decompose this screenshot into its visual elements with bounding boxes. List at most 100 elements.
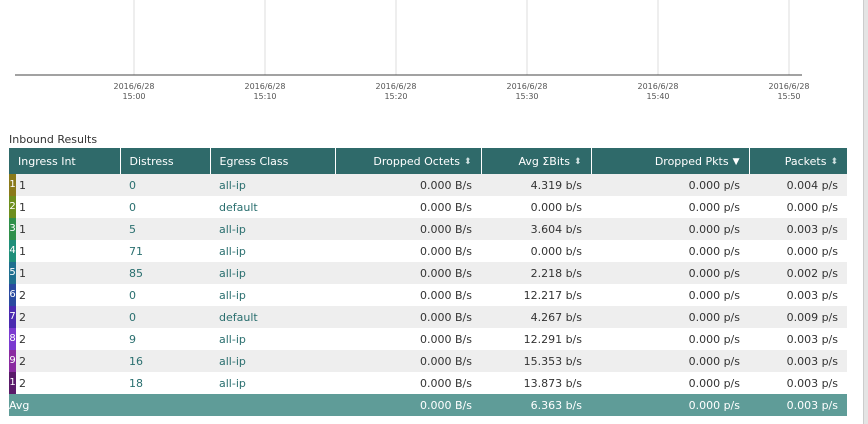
- column-header-dropped-octets[interactable]: Dropped Octets ⬍: [335, 148, 482, 174]
- cell-packets: 0.004 p/s: [749, 174, 847, 196]
- column-header-distress[interactable]: Distress: [120, 148, 211, 174]
- cell-avg-bits: 12.217 b/s: [481, 284, 591, 306]
- column-header-label: Distress: [129, 154, 174, 168]
- column-header-egress-class[interactable]: Egress Class: [210, 148, 336, 174]
- row-color-marker: 8: [9, 328, 16, 350]
- column-header-packets[interactable]: Packets ⬍: [749, 148, 847, 174]
- table-body: 1 1 0 all-ip 0.000 B/s 4.319 b/s 0.000 p/s 0.00…: [9, 174, 847, 416]
- cell-ingress-int: 51: [9, 262, 120, 284]
- table-row[interactable]: 3 1 5 all-ip 0.000 B/s 3.604 b/s 0.000 p/s 0.00…: [9, 218, 847, 240]
- sort-icon[interactable]: ⬍: [830, 157, 838, 167]
- cell-dropped-pkts: 0.000 p/s: [591, 174, 749, 196]
- cell-dropped-octets: 0.000 B/s: [335, 240, 481, 262]
- cell-dropped-pkts: 0.000 p/s: [591, 284, 749, 306]
- table-row[interactable]: 7 2 0 default 0.000 B/s 4.267 b/s 0.000 p/s 0.0…: [9, 306, 847, 328]
- cell-value: 2: [19, 354, 26, 368]
- row-color-marker: 1: [9, 174, 16, 196]
- cell-ingress-int: 11: [9, 174, 120, 196]
- cell-egress-class: default: [210, 196, 335, 218]
- column-header-dropped-pkts[interactable]: Dropped Pkts ▼: [591, 148, 750, 174]
- cell-dropped-pkts: 0.000 p/s: [591, 196, 749, 218]
- row-color-marker: 1: [9, 372, 16, 394]
- column-header-label: Ingress Int: [18, 154, 76, 168]
- cell-dropped-pkts: 0.000 p/s: [591, 218, 749, 240]
- cell-distress: 0: [120, 306, 210, 328]
- cell-packets: 0.009 p/s: [749, 306, 847, 328]
- cell-ingress-int: 41: [9, 240, 120, 262]
- cell-distress: 16: [120, 350, 210, 372]
- cell-distress: 0: [120, 196, 210, 218]
- sort-desc-icon[interactable]: ▼: [733, 157, 740, 167]
- cell-ingress-int: 12: [9, 372, 120, 394]
- avg-cell-dropped-octets: 0.000 B/s: [335, 394, 481, 416]
- cell-dropped-octets: 0.000 B/s: [335, 262, 481, 284]
- cell-packets: 0.003 p/s: [749, 328, 847, 350]
- cell-avg-bits: 13.873 b/s: [481, 372, 591, 394]
- column-header-label: Dropped Pkts: [654, 154, 729, 168]
- x-tick-label-date: 2016/6/28: [768, 82, 809, 91]
- cell-packets: 0.000 p/s: [749, 240, 847, 262]
- cell-dropped-octets: 0.000 B/s: [335, 218, 481, 240]
- cell-egress-class: all-ip: [210, 174, 335, 196]
- cell-avg-bits: 4.267 b/s: [481, 306, 591, 328]
- cell-avg-bits: 0.000 b/s: [481, 196, 591, 218]
- table-row[interactable]: 5 1 85 all-ip 0.000 B/s 2.218 b/s 0.000 p/s 0.0…: [9, 262, 847, 284]
- avg-cell-packets: 0.003 p/s: [749, 394, 847, 416]
- cell-packets: 0.003 p/s: [749, 372, 847, 394]
- cell-ingress-int: 82: [9, 328, 120, 350]
- row-color-marker: 5: [9, 262, 16, 284]
- cell-avg-bits: 12.291 b/s: [481, 328, 591, 350]
- cell-ingress-int: 62: [9, 284, 120, 306]
- cell-dropped-octets: 0.000 B/s: [335, 174, 481, 196]
- cell-egress-class: all-ip: [210, 372, 335, 394]
- x-tick-label-time: 15:50: [777, 92, 800, 101]
- cell-value: 1: [19, 266, 26, 280]
- scrollbar-edge: [863, 0, 868, 424]
- table-row[interactable]: 8 2 9 all-ip 0.000 B/s 12.291 b/s 0.000 p/s 0.0…: [9, 328, 847, 350]
- x-tick-label-date: 2016/6/28: [113, 82, 154, 91]
- chart-grid: [133, 0, 790, 75]
- cell-value: 1: [19, 222, 26, 236]
- cell-value: 2: [19, 288, 26, 302]
- column-header-label: Egress Class: [219, 154, 289, 168]
- table-row[interactable]: 1 2 18 all-ip 0.000 B/s 13.873 b/s 0.000 p/s 0.…: [9, 372, 847, 394]
- x-tick-label-time: 15:10: [253, 92, 276, 101]
- column-header-label: Packets: [784, 154, 827, 168]
- cell-distress: 0: [120, 284, 210, 306]
- cell-dropped-pkts: 0.000 p/s: [591, 350, 749, 372]
- x-tick-label-date: 2016/6/28: [637, 82, 678, 91]
- x-tick-label-time: 15:20: [384, 92, 407, 101]
- table-row[interactable]: 1 1 0 all-ip 0.000 B/s 4.319 b/s 0.000 p/s 0.00…: [9, 174, 847, 196]
- cell-ingress-int: 21: [9, 196, 120, 218]
- x-tick-label-date: 2016/6/28: [244, 82, 285, 91]
- table-row[interactable]: 9 2 16 all-ip 0.000 B/s 15.353 b/s 0.000 p/s 0.…: [9, 350, 847, 372]
- table-row[interactable]: 4 1 71 all-ip 0.000 B/s 0.000 b/s 0.000 p/s 0.0…: [9, 240, 847, 262]
- cell-dropped-octets: 0.000 B/s: [335, 196, 481, 218]
- cell-egress-class: all-ip: [210, 240, 335, 262]
- cell-avg-bits: 2.218 b/s: [481, 262, 591, 284]
- cell-egress-class: all-ip: [210, 284, 335, 306]
- x-tick-label-time: 15:00: [122, 92, 145, 101]
- x-tick-label-time: 15:30: [515, 92, 538, 101]
- cell-value: 1: [19, 200, 26, 214]
- table-row[interactable]: 6 2 0 all-ip 0.000 B/s 12.217 b/s 0.000 p/s 0.0…: [9, 284, 847, 306]
- cell-packets: 0.003 p/s: [749, 350, 847, 372]
- cell-distress: 85: [120, 262, 210, 284]
- cell-avg-bits: 15.353 b/s: [481, 350, 591, 372]
- table-row[interactable]: 2 1 0 default 0.000 B/s 0.000 b/s 0.000 p/s 0.0…: [9, 196, 847, 218]
- avg-cell-label: Avg: [9, 394, 335, 416]
- time-series-chart: 2016/6/28 15:00 2016/6/28 15:10 2016/6/28 15:…: [0, 0, 868, 110]
- sort-icon[interactable]: ⬍: [574, 157, 582, 167]
- cell-dropped-octets: 0.000 B/s: [335, 328, 481, 350]
- row-color-marker: 3: [9, 218, 16, 240]
- cell-distress: 0: [120, 174, 210, 196]
- column-header-avg-bits[interactable]: Avg ΣBits ⬍: [481, 148, 592, 174]
- cell-packets: 0.003 p/s: [749, 218, 847, 240]
- column-header-ingress-int[interactable]: Ingress Int: [9, 148, 121, 174]
- inbound-results-table: Ingress Int Distress Egress Class Dropped O…: [9, 148, 847, 416]
- row-color-marker: 2: [9, 196, 16, 218]
- cell-dropped-octets: 0.000 B/s: [335, 306, 481, 328]
- x-axis-labels: 2016/6/2815:002016/6/2815:102016/6/2815:…: [113, 82, 809, 101]
- sort-icon[interactable]: ⬍: [464, 157, 472, 167]
- cell-dropped-octets: 0.000 B/s: [335, 284, 481, 306]
